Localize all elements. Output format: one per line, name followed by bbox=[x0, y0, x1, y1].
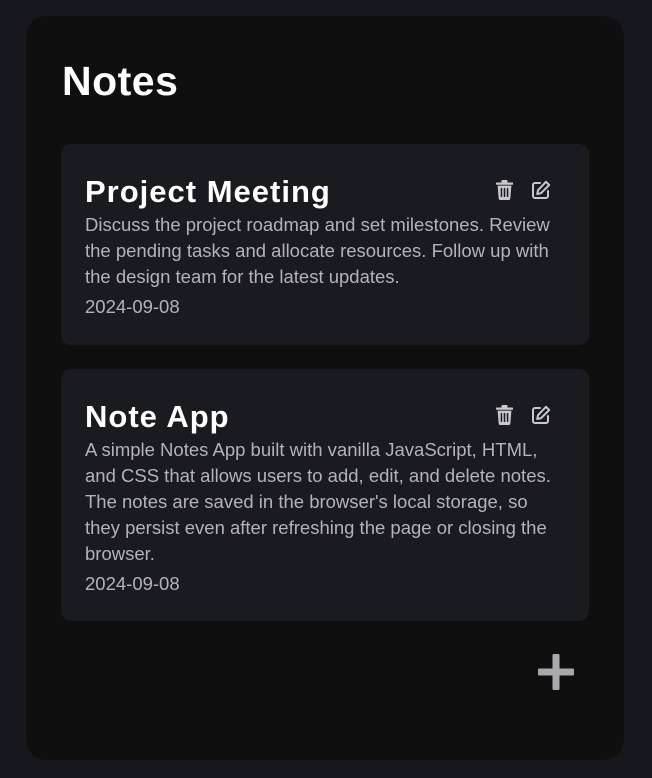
note-title: Project Meeting bbox=[85, 174, 331, 209]
note-actions bbox=[494, 405, 551, 425]
note-body: Discuss the project roadmap and set mile… bbox=[85, 214, 550, 287]
note-card: Project Meeting Discuss the project road… bbox=[61, 144, 589, 345]
edit-icon bbox=[532, 405, 551, 424]
note-date: 2024-09-08 bbox=[85, 296, 180, 317]
note-title: Note App bbox=[85, 399, 230, 434]
add-note-button[interactable] bbox=[536, 652, 576, 692]
page-title: Notes bbox=[62, 58, 179, 104]
edit-icon bbox=[532, 180, 551, 199]
note-card: Note App A simple Notes App built with v… bbox=[61, 369, 589, 621]
edit-note-button[interactable] bbox=[531, 405, 551, 425]
note-date: 2024-09-08 bbox=[85, 573, 180, 594]
plus-icon bbox=[538, 654, 574, 690]
note-actions bbox=[494, 180, 551, 200]
notes-app-panel: Notes Project Meeting Discuss the projec… bbox=[26, 16, 624, 760]
note-body: A simple Notes App built with vanilla Ja… bbox=[85, 439, 551, 564]
edit-note-button[interactable] bbox=[531, 180, 551, 200]
delete-note-button[interactable] bbox=[494, 180, 514, 200]
trash-icon bbox=[495, 180, 513, 200]
delete-note-button[interactable] bbox=[494, 405, 514, 425]
trash-icon bbox=[495, 405, 513, 425]
